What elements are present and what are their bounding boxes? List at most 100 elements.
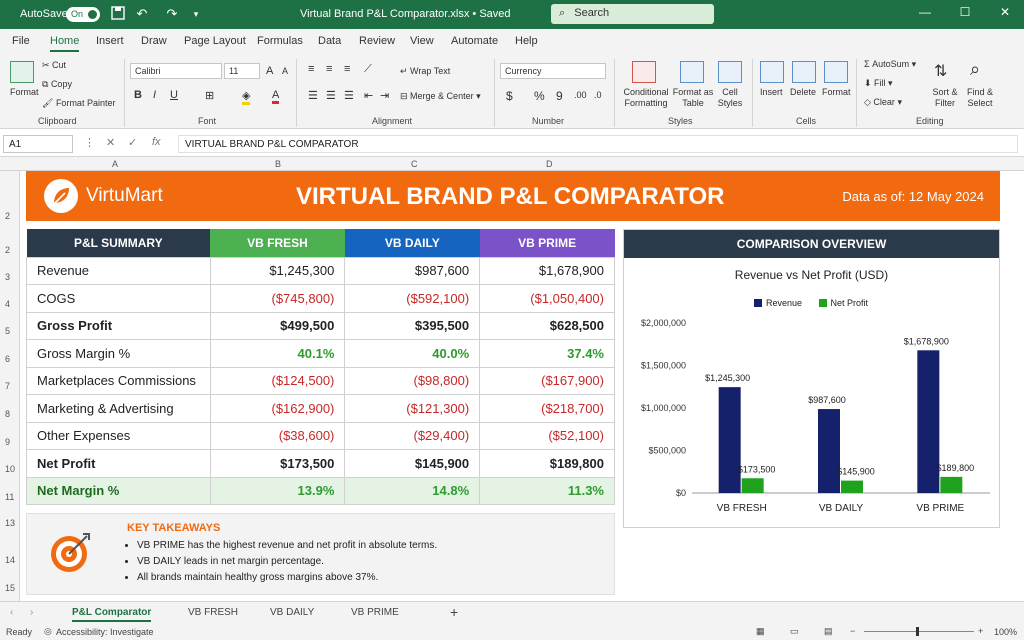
insert-function-icon[interactable]: fx bbox=[152, 136, 161, 148]
increase-font-icon[interactable]: A bbox=[266, 65, 273, 77]
tab-draw[interactable]: Draw bbox=[141, 35, 167, 47]
row-label[interactable]: Gross Margin % bbox=[26, 339, 211, 368]
table-cell[interactable]: $628,500 bbox=[479, 311, 615, 340]
maximize-icon[interactable]: ☐ bbox=[955, 5, 975, 23]
row-label[interactable]: COGS bbox=[26, 284, 211, 313]
fill-button[interactable]: ⬇ Fill ▾ bbox=[864, 78, 893, 89]
wrap-text-button[interactable]: ↵ Wrap Text bbox=[400, 66, 450, 77]
redo-icon[interactable]: ↷ bbox=[164, 6, 180, 22]
header-vb-fresh[interactable]: VB FRESH bbox=[210, 229, 345, 257]
align-right-icon[interactable]: ☰ bbox=[344, 89, 354, 102]
save-icon[interactable] bbox=[110, 6, 126, 22]
decrease-indent-icon[interactable]: ⇤ bbox=[364, 89, 373, 102]
format-painter-button[interactable]: 🖌 Format Painter bbox=[42, 98, 115, 109]
table-cell[interactable]: $987,600 bbox=[344, 256, 481, 285]
percent-icon[interactable]: % bbox=[534, 89, 545, 103]
row-label[interactable]: Revenue bbox=[26, 256, 211, 285]
row-label[interactable]: Gross Profit bbox=[26, 311, 211, 340]
row-label[interactable]: Marketplaces Commissions bbox=[26, 366, 211, 395]
increase-indent-icon[interactable]: ⇥ bbox=[380, 89, 389, 102]
close-icon[interactable]: ✕ bbox=[995, 5, 1015, 23]
table-cell[interactable]: $173,500 bbox=[209, 449, 346, 478]
decrease-decimal-icon[interactable]: .0 bbox=[594, 90, 602, 100]
column-header-b[interactable]: B bbox=[275, 159, 281, 169]
tab-home[interactable]: Home bbox=[50, 35, 80, 52]
tab-insert[interactable]: Insert bbox=[96, 35, 124, 47]
table-cell[interactable]: ($167,900) bbox=[479, 366, 615, 395]
insert-cells-button[interactable]: Insert bbox=[760, 87, 783, 97]
table-cell[interactable]: ($124,500) bbox=[209, 366, 346, 395]
zoom-in-icon[interactable]: + bbox=[978, 626, 983, 636]
sort-filter-button[interactable]: Sort & Filter bbox=[928, 87, 962, 109]
find-select-button[interactable]: Find & Select bbox=[962, 87, 998, 109]
row-header[interactable]: 8 bbox=[5, 409, 10, 419]
align-middle-icon[interactable]: ≡ bbox=[326, 63, 332, 75]
column-header-d[interactable]: D bbox=[546, 159, 553, 169]
tab-view[interactable]: View bbox=[410, 35, 434, 47]
header-vb-prime[interactable]: VB PRIME bbox=[479, 229, 615, 257]
font-name-select[interactable]: Calibri bbox=[130, 63, 222, 79]
underline-icon[interactable]: U bbox=[170, 89, 178, 101]
scroll-right-icon[interactable]: › bbox=[30, 607, 33, 618]
currency-icon[interactable]: $ bbox=[506, 89, 513, 103]
orientation-icon[interactable]: ⟋ bbox=[364, 63, 372, 76]
row-header[interactable]: 15 bbox=[5, 583, 15, 593]
tab-data[interactable]: Data bbox=[318, 35, 341, 47]
sheet-tab-vb-daily[interactable]: VB DAILY bbox=[270, 607, 314, 618]
row-label[interactable]: Net Margin % bbox=[26, 476, 211, 505]
table-cell[interactable]: ($29,400) bbox=[344, 421, 481, 450]
cancel-icon[interactable]: ✕ bbox=[106, 136, 115, 149]
zoom-out-icon[interactable]: − bbox=[850, 626, 855, 636]
table-cell[interactable]: 40.0% bbox=[344, 339, 481, 368]
row-header[interactable]: 10 bbox=[5, 464, 15, 474]
table-cell[interactable]: ($98,800) bbox=[344, 366, 481, 395]
table-cell[interactable]: ($218,700) bbox=[479, 394, 615, 423]
format-cells-icon[interactable] bbox=[824, 61, 848, 83]
italic-icon[interactable]: I bbox=[153, 89, 156, 101]
table-cell[interactable]: ($1,050,400) bbox=[479, 284, 615, 313]
table-cell[interactable]: ($162,900) bbox=[209, 394, 346, 423]
column-header-a[interactable]: A bbox=[112, 159, 118, 169]
table-cell[interactable]: $1,678,900 bbox=[479, 256, 615, 285]
zoom-level[interactable]: 100% bbox=[994, 627, 1017, 637]
revenue-profit-chart[interactable]: $0 $500,000 $1,000,000 $1,500,000 $2,000,000… bbox=[624, 315, 999, 515]
table-cell[interactable]: $189,800 bbox=[479, 449, 615, 478]
table-cell[interactable]: 13.9% bbox=[209, 476, 346, 505]
table-cell[interactable]: $145,900 bbox=[344, 449, 481, 478]
increase-decimal-icon[interactable]: .00 bbox=[574, 90, 587, 100]
decrease-font-icon[interactable]: A bbox=[282, 66, 288, 76]
autosum-button[interactable]: Σ AutoSum ▾ bbox=[864, 59, 916, 70]
table-cell[interactable]: $499,500 bbox=[209, 311, 346, 340]
number-format-select[interactable]: Currency bbox=[500, 63, 606, 79]
align-top-icon[interactable]: ≡ bbox=[308, 63, 314, 75]
tab-formulas[interactable]: Formulas bbox=[257, 35, 303, 47]
table-cell[interactable]: ($38,600) bbox=[209, 421, 346, 450]
sheet-tab-pl-comparator[interactable]: P&L Comparator bbox=[72, 607, 152, 622]
zoom-slider[interactable] bbox=[864, 631, 974, 632]
delete-cells-button[interactable]: Delete bbox=[790, 87, 816, 97]
tab-help[interactable]: Help bbox=[515, 35, 538, 47]
header-pl-summary[interactable]: P&L SUMMARY bbox=[26, 229, 211, 257]
table-cell[interactable]: 11.3% bbox=[479, 476, 615, 505]
accessibility-status[interactable]: Accessibility: Investigate bbox=[56, 627, 154, 637]
borders-icon[interactable]: ⊞ bbox=[205, 89, 214, 102]
header-vb-daily[interactable]: VB DAILY bbox=[344, 229, 480, 257]
row-header[interactable]: 5 bbox=[5, 326, 10, 336]
name-box[interactable]: A1 bbox=[3, 135, 73, 153]
row-header[interactable]: 9 bbox=[5, 437, 10, 447]
conditional-formatting-button[interactable]: Conditional Formatting bbox=[620, 87, 672, 109]
formula-input[interactable]: VIRTUAL BRAND P&L COMPARATOR bbox=[178, 135, 1018, 153]
font-size-select[interactable]: 11 bbox=[224, 63, 260, 79]
row-header[interactable]: 2 bbox=[5, 245, 10, 255]
add-sheet-icon[interactable]: + bbox=[450, 604, 458, 620]
find-icon[interactable]: ⌕ bbox=[970, 59, 980, 80]
format-cells-button[interactable]: Format bbox=[822, 87, 851, 97]
row-header[interactable]: 3 bbox=[5, 272, 10, 282]
delete-cells-icon[interactable] bbox=[792, 61, 816, 83]
row-label[interactable]: Marketing & Advertising bbox=[26, 394, 211, 423]
sort-filter-icon[interactable]: ⇅ bbox=[934, 61, 947, 81]
insert-cells-icon[interactable] bbox=[760, 61, 784, 83]
table-cell[interactable]: ($592,100) bbox=[344, 284, 481, 313]
column-header-c[interactable]: C bbox=[411, 159, 418, 169]
merge-center-button[interactable]: ⊟ Merge & Center ▾ bbox=[400, 91, 481, 102]
